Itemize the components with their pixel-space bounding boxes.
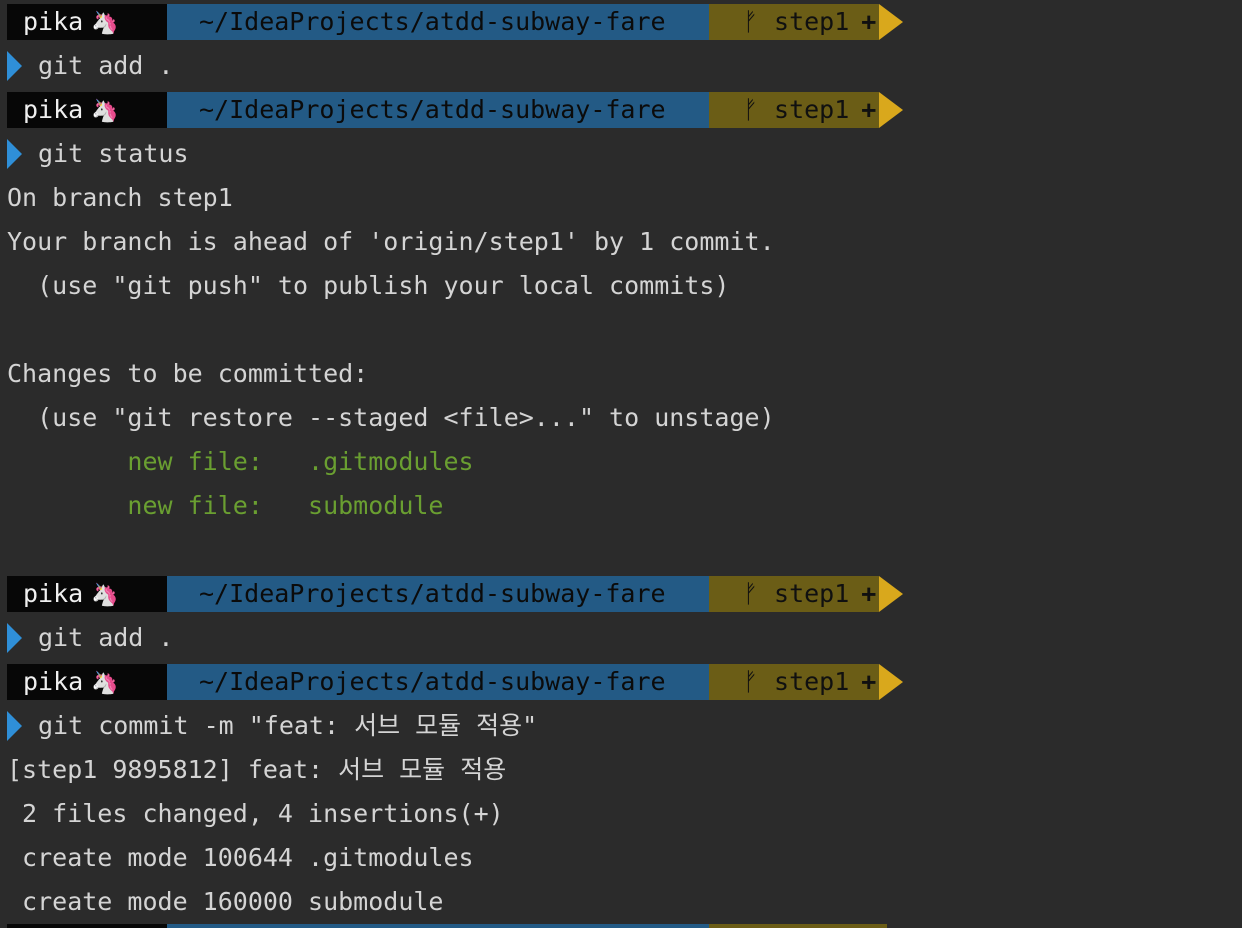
command-line: git status xyxy=(0,132,1242,176)
git-branch-icon: ᚠ xyxy=(743,579,759,608)
prompt-directory: ~/IdeaProjects/atdd-subway-fare xyxy=(167,92,709,128)
staged-file-line: new file: submodule xyxy=(7,491,444,520)
dirty-indicator: + xyxy=(861,95,877,124)
prompt-line: pika 🦄 ~/IdeaProjects/atdd-subway-fare ᚠs… xyxy=(0,664,910,700)
prompt-chevron-icon xyxy=(7,51,22,81)
unicorn-icon: 🦄 xyxy=(91,671,119,696)
prompt-chevron-icon xyxy=(7,711,22,741)
unicorn-icon: 🦄 xyxy=(91,11,119,36)
prompt-branch: step1 xyxy=(774,667,850,696)
unicorn-icon: 🦄 xyxy=(91,583,119,608)
prompt-branch-segment: ᚠ step1 + xyxy=(709,92,879,128)
output-line: On branch step1 xyxy=(7,183,233,212)
prompt-directory: ~/IdeaProjects/atdd-subway-fare xyxy=(167,664,709,700)
prompt-line: pika 🦄 ~/IdeaProjects/atdd-subway-fare ᚠs… xyxy=(0,576,910,612)
git-branch-icon: ᚠ xyxy=(743,667,759,696)
prompt-chevron-icon xyxy=(7,623,22,653)
staged-file-line: new file: .gitmodules xyxy=(7,447,474,476)
output-line: [step1 9895812] feat: 서브 모듈 적용 xyxy=(7,755,507,784)
prompt-user-segment: pika 🦄 xyxy=(7,92,167,128)
git-branch-icon: ᚠ xyxy=(743,7,759,36)
prompt-user-segment: pika 🦄 xyxy=(7,664,167,700)
prompt-branch-segment: ᚠ step1 + xyxy=(709,664,879,700)
prompt-branch: step1 xyxy=(774,579,850,608)
prompt-user: pika xyxy=(23,579,84,608)
git-branch-icon: ᚠ xyxy=(743,95,759,124)
prompt-user: pika xyxy=(23,95,84,124)
prompt-directory: ~/IdeaProjects/atdd-subway-fare xyxy=(167,4,709,40)
prompt-branch-segment: ᚠ step1 + xyxy=(709,4,879,40)
dirty-indicator: + xyxy=(861,667,877,696)
prompt-user: pika xyxy=(23,667,84,696)
command-text: git add . xyxy=(38,51,174,80)
command-line: git commit -m "feat: 서브 모듈 적용" xyxy=(0,704,1242,748)
prompt-directory: ~/IdeaProjects/atdd-subway-fare xyxy=(167,576,709,612)
prompt-branch-segment: ᚠ step1 + xyxy=(709,576,879,612)
prompt-chevron-icon xyxy=(7,139,22,169)
output-line: 2 files changed, 4 insertions(+) xyxy=(7,799,504,828)
prompt-branch: step1 xyxy=(774,95,850,124)
command-line: git add . xyxy=(0,616,1242,660)
output-line: Changes to be committed: xyxy=(7,359,369,388)
prompt-user: pika xyxy=(23,7,84,36)
segment-separator xyxy=(879,576,903,612)
output-line: create mode 100644 .gitmodules xyxy=(7,843,474,872)
output-line: Your branch is ahead of 'origin/step1' b… xyxy=(7,227,775,256)
command-line: git add . xyxy=(0,44,1242,88)
dirty-indicator: + xyxy=(861,7,877,36)
terminal-window[interactable]: pika 🦄 ~/IdeaProjects/atdd-subway-fare ᚠs… xyxy=(0,0,1242,928)
prompt-line: pika 🦄 ~/IdeaProjects/atdd-subway-fare ᚠs… xyxy=(0,4,910,40)
segment-separator xyxy=(879,92,903,128)
segment-separator xyxy=(879,4,903,40)
output-line: create mode 160000 submodule xyxy=(7,887,444,916)
command-text: git commit -m "feat: 서브 모듈 적용" xyxy=(38,711,538,740)
prompt-user-segment: pika 🦄 xyxy=(7,4,167,40)
prompt-line: pika 🦄 ~/IdeaProjects/atdd-subway-fare ᚠs… xyxy=(0,92,910,128)
output-line: (use "git restore --staged <file>..." to… xyxy=(7,403,775,432)
dirty-indicator: + xyxy=(861,579,877,608)
prompt-branch: step1 xyxy=(774,7,850,36)
prompt-user-segment: pika 🦄 xyxy=(7,576,167,612)
command-text: git status xyxy=(38,139,189,168)
output-line: (use "git push" to publish your local co… xyxy=(7,271,730,300)
unicorn-icon: 🦄 xyxy=(91,99,119,124)
command-text: git add . xyxy=(38,623,174,652)
next-prompt-edge xyxy=(7,924,887,928)
segment-separator xyxy=(879,664,903,700)
